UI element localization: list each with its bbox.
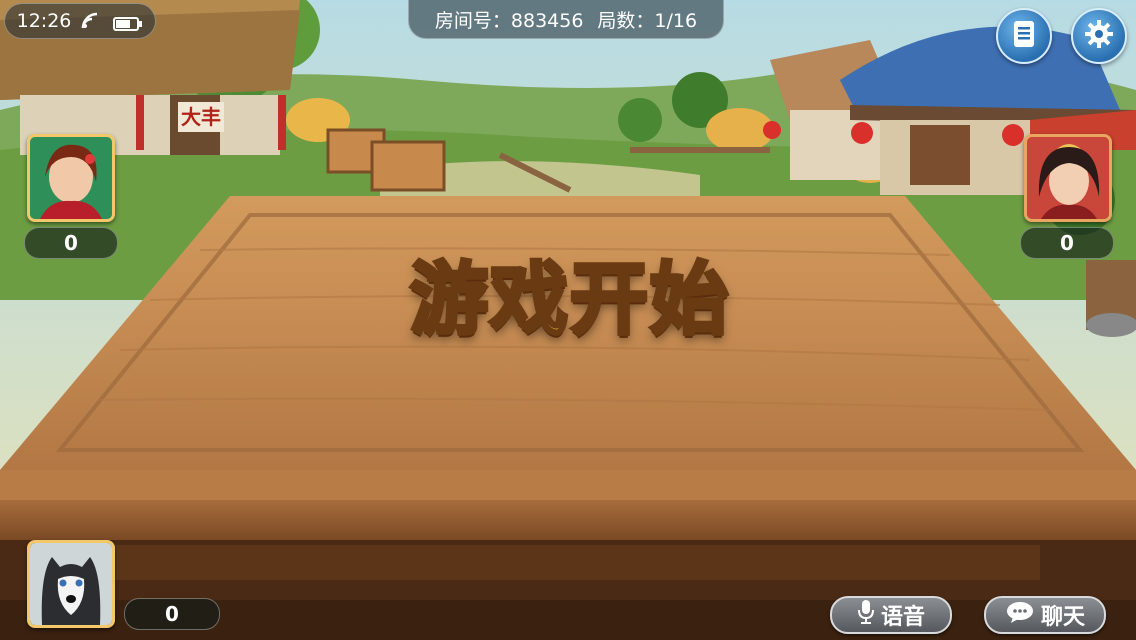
settings-button[interactable]	[1071, 8, 1127, 64]
document-icon	[1011, 19, 1037, 53]
gear-icon	[1084, 19, 1114, 53]
player-avatar-top-left[interactable]	[27, 134, 115, 222]
room-info-bar: 房间号：883456 局数：1/16	[408, 0, 724, 39]
chat-button[interactable]: 聊天	[984, 596, 1106, 634]
wifi-icon	[81, 12, 103, 30]
game-start-banner: 游戏开始	[408, 253, 730, 347]
player-score-top-right: 0	[1020, 227, 1114, 259]
voice-label: 语音	[880, 605, 925, 630]
player-score-top-left: 0	[24, 227, 118, 259]
menu-button[interactable]	[996, 8, 1052, 64]
shop-sign: 大丰	[181, 105, 221, 129]
status-bar: 12:26	[4, 3, 156, 39]
player-avatar-top-right[interactable]	[1024, 134, 1112, 222]
microphone-icon	[857, 599, 875, 631]
round-count: 局数：1/16	[597, 9, 698, 32]
voice-button[interactable]: 语音	[830, 596, 952, 634]
chat-label: 聊天	[1040, 605, 1085, 630]
room-number: 房间号：883456	[434, 9, 584, 32]
battery-icon	[113, 14, 143, 31]
self-avatar[interactable]	[27, 540, 115, 628]
speech-bubble-icon	[1005, 600, 1035, 630]
clock-time: 12:26	[16, 10, 72, 32]
self-score: 0	[124, 598, 220, 630]
